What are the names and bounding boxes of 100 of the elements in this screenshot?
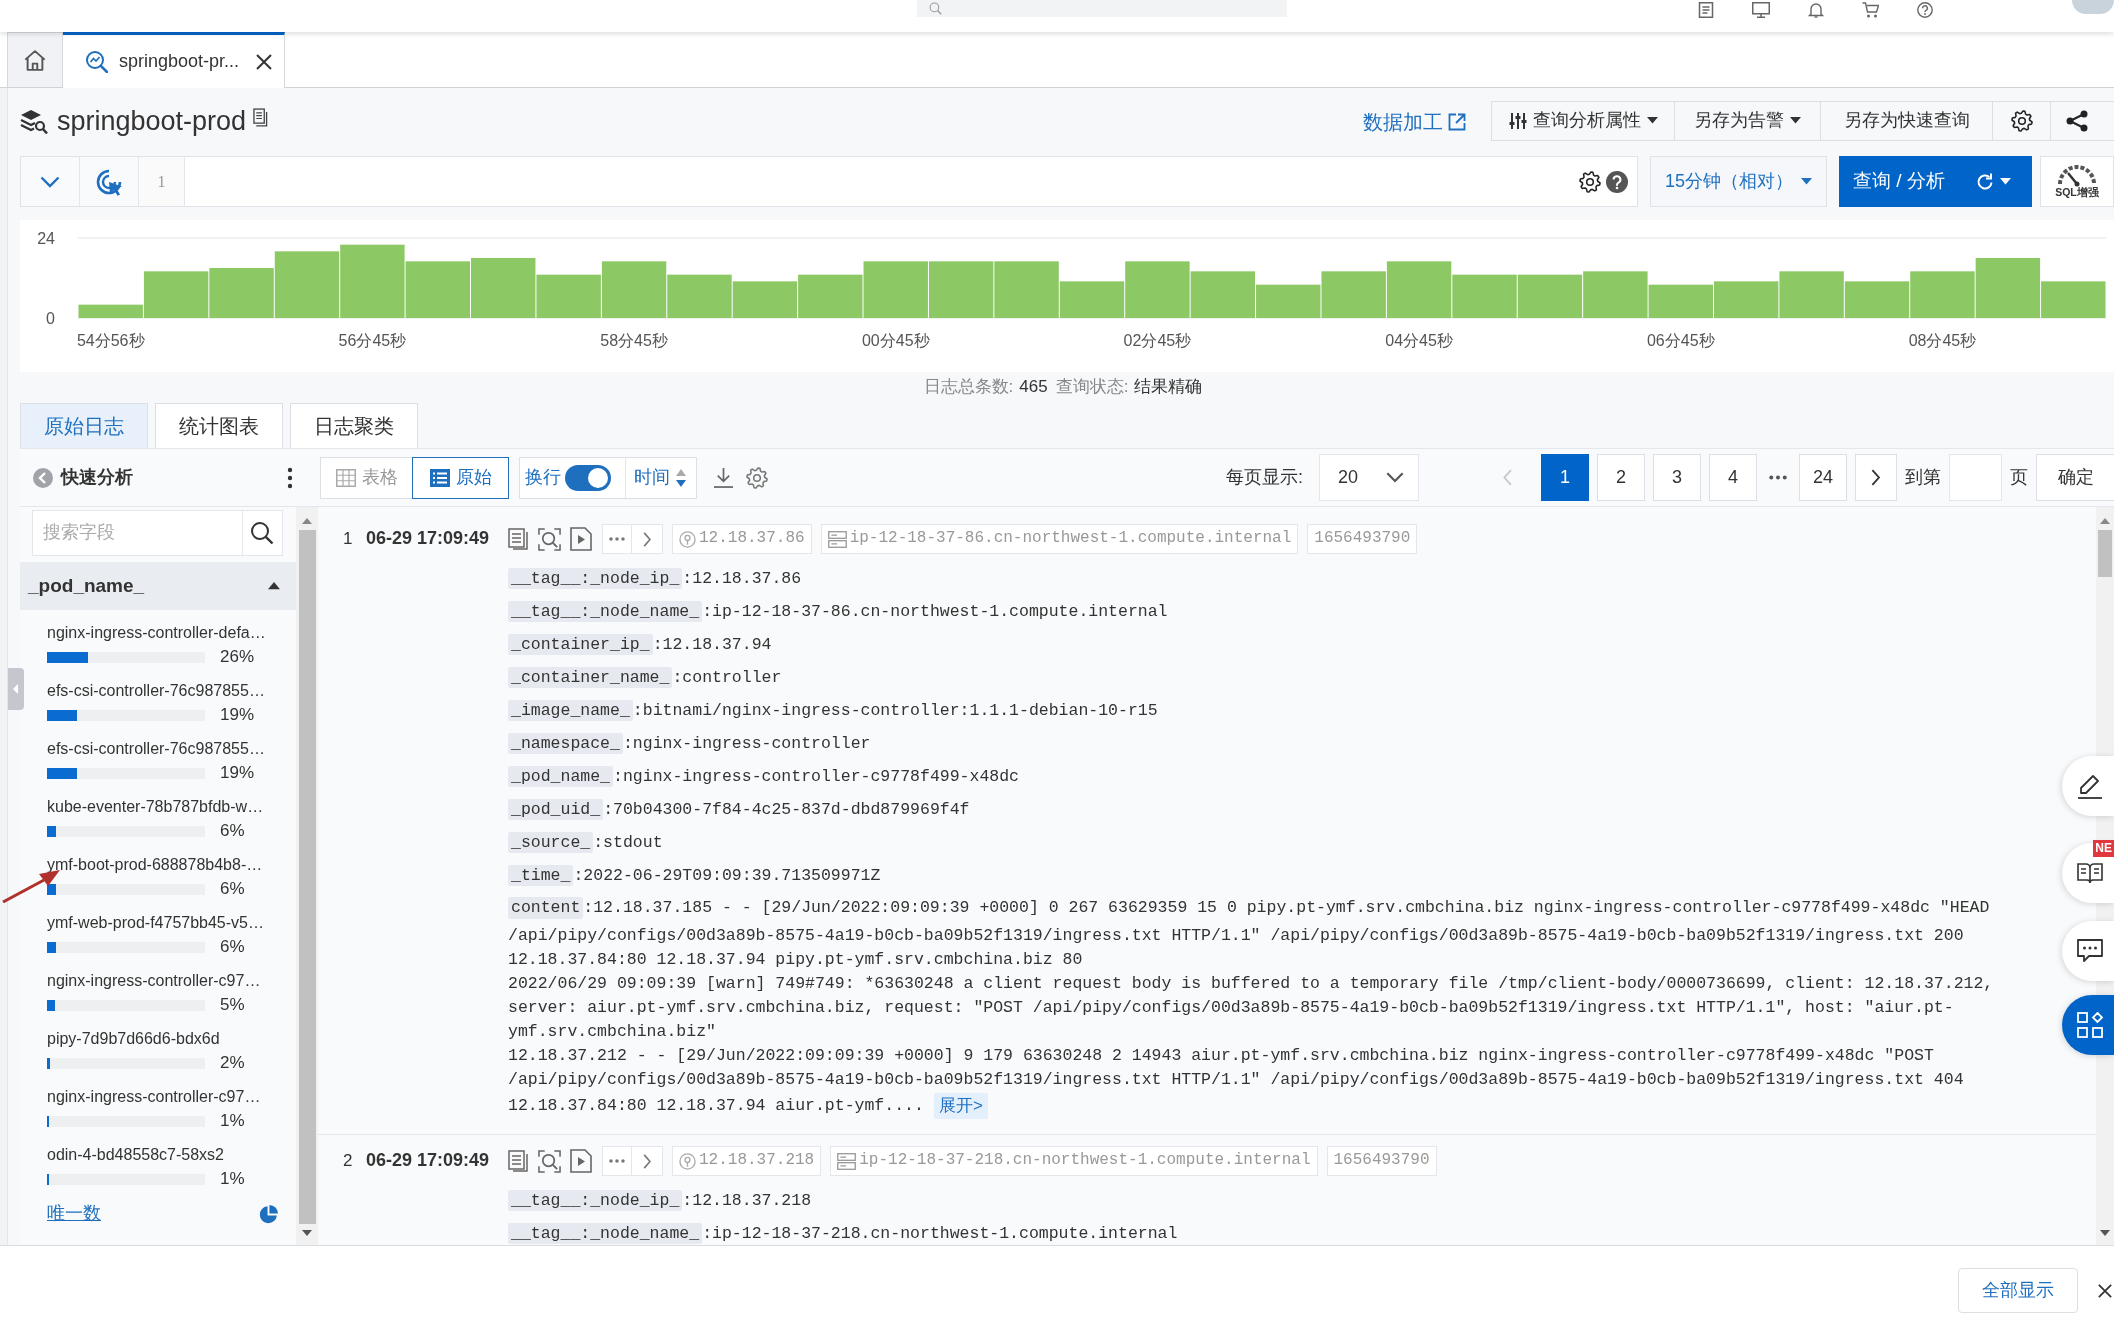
histogram-bar[interactable] xyxy=(1125,261,1190,318)
view-tab[interactable]: 日志聚类 xyxy=(290,403,418,448)
histogram-bar[interactable] xyxy=(1452,274,1517,318)
document-icon[interactable] xyxy=(508,1150,528,1172)
value-label[interactable]: pipy-7d9b7d66d6-bdx6d xyxy=(47,1028,220,1050)
monitor-icon[interactable] xyxy=(1752,2,1770,18)
page-button[interactable]: 1 xyxy=(1541,454,1589,501)
histogram-bar[interactable] xyxy=(994,261,1059,318)
histogram-bar[interactable] xyxy=(1910,271,1975,318)
histogram-bar[interactable] xyxy=(536,274,601,318)
histogram-bar[interactable] xyxy=(471,258,536,318)
top-search-field[interactable] xyxy=(917,0,1287,17)
settings-icon[interactable] xyxy=(2010,109,2033,132)
confirm-button[interactable]: 确定 xyxy=(2036,454,2114,501)
histogram-bar[interactable] xyxy=(1844,281,1910,318)
expand-link[interactable]: 展开> xyxy=(933,1093,988,1119)
value-label[interactable]: ymf-boot-prod-688878b4b8-… xyxy=(47,854,263,876)
histogram-bar[interactable] xyxy=(78,304,143,318)
back-icon[interactable] xyxy=(33,467,53,488)
help-icon[interactable] xyxy=(1917,2,1933,18)
value-label[interactable]: odin-4-bd48558c7-58xs2 xyxy=(47,1144,224,1166)
histogram-bar[interactable] xyxy=(405,261,470,318)
cart-icon[interactable] xyxy=(1862,2,1879,18)
query-tab[interactable]: springboot-pr... xyxy=(63,32,285,88)
data-processing-link[interactable]: 数据加工 xyxy=(1363,109,1466,134)
histogram-bar[interactable] xyxy=(143,271,209,318)
histogram-bar[interactable] xyxy=(1256,284,1321,318)
search-button[interactable] xyxy=(241,510,283,556)
scroll-thumb[interactable] xyxy=(298,530,316,1224)
page-button[interactable]: 2 xyxy=(1597,454,1645,501)
more-icon[interactable] xyxy=(287,466,293,489)
sql-enhance-button[interactable]: SQL增强 xyxy=(2040,156,2114,207)
target-button[interactable] xyxy=(80,157,139,206)
play-document-icon[interactable] xyxy=(569,527,593,551)
histogram-bar[interactable] xyxy=(1975,258,2041,318)
frame-search-icon[interactable] xyxy=(538,527,561,551)
value-label[interactable]: efs-csi-controller-76c987855… xyxy=(47,738,265,760)
histogram-bar[interactable] xyxy=(863,261,928,318)
scroll-thumb[interactable] xyxy=(2098,530,2112,577)
histogram-bar[interactable] xyxy=(274,251,340,318)
distinct-count-link[interactable]: 唯一数 xyxy=(47,1203,101,1225)
settings-button[interactable] xyxy=(1992,100,2051,141)
expand-button[interactable] xyxy=(631,1146,663,1176)
copy-icon[interactable] xyxy=(253,108,269,127)
home-tab[interactable] xyxy=(7,32,63,87)
page-button[interactable]: 4 xyxy=(1709,454,1757,501)
value-label[interactable]: nginx-ingress-controller-c97… xyxy=(47,1086,261,1108)
histogram-bar[interactable] xyxy=(1779,271,1844,318)
collapse-handle[interactable] xyxy=(8,668,24,710)
expand-button[interactable] xyxy=(631,524,663,554)
page-size-select[interactable]: 20 xyxy=(1319,454,1419,501)
field-header[interactable]: _pod_name_ xyxy=(20,562,296,610)
pie-chart-icon[interactable] xyxy=(259,1204,278,1224)
play-document-icon[interactable] xyxy=(569,1149,593,1173)
histogram-bar[interactable] xyxy=(1517,274,1583,318)
view-tab[interactable]: 原始日志 xyxy=(20,403,148,448)
page-button[interactable]: 3 xyxy=(1653,454,1701,501)
page-number-input[interactable] xyxy=(1949,454,2002,501)
view-mode-tab[interactable]: 原始 xyxy=(412,456,509,499)
settings-icon[interactable] xyxy=(1579,170,1601,193)
help-icon[interactable] xyxy=(1606,170,1628,193)
histogram-bar[interactable] xyxy=(340,244,405,318)
close-icon[interactable] xyxy=(256,53,272,70)
share-button[interactable] xyxy=(2050,100,2114,141)
field-search-input[interactable]: 搜索字段 xyxy=(32,510,242,556)
properties-menu-button[interactable]: 查询分析属性 xyxy=(1491,100,1675,141)
histogram-bar[interactable] xyxy=(1190,271,1256,318)
histogram-bar[interactable] xyxy=(1583,271,1648,318)
histogram-bar[interactable] xyxy=(732,281,798,318)
view-tab[interactable]: 统计图表 xyxy=(155,403,283,448)
value-label[interactable]: efs-csi-controller-76c987855… xyxy=(47,680,265,702)
avatar[interactable] xyxy=(2072,0,2114,14)
histogram-bar[interactable] xyxy=(798,274,863,318)
more-button[interactable] xyxy=(602,524,632,554)
bell-icon[interactable] xyxy=(1808,2,1824,18)
histogram-bar[interactable] xyxy=(928,261,994,318)
histogram-bar[interactable] xyxy=(2041,281,2106,318)
refresh-button[interactable] xyxy=(1967,156,2032,207)
histogram-bar[interactable] xyxy=(1648,284,1713,318)
dropdown-button[interactable]: 另存为告警 xyxy=(1674,100,1821,141)
value-label[interactable]: nginx-ingress-controller-c97… xyxy=(47,970,261,992)
value-label[interactable]: kube-eventer-78b787bfdb-w… xyxy=(47,796,264,818)
value-label[interactable]: ymf-web-prod-f4757bb45-v5… xyxy=(47,912,264,934)
histogram-bar[interactable] xyxy=(601,261,667,318)
histogram-bar[interactable] xyxy=(1714,281,1779,318)
more-button[interactable] xyxy=(602,1146,632,1176)
histogram-bar[interactable] xyxy=(209,268,274,318)
histogram-bar[interactable] xyxy=(667,274,732,318)
page-button[interactable]: 24 xyxy=(1799,454,1847,501)
wrap-toggle[interactable] xyxy=(565,464,611,491)
value-label[interactable]: nginx-ingress-controller-defa… xyxy=(47,622,266,644)
time-range-select[interactable]: 15分钟（相对） xyxy=(1650,156,1827,207)
histogram-bar[interactable] xyxy=(1386,261,1452,318)
next-page-button[interactable] xyxy=(1855,454,1897,501)
document-icon[interactable] xyxy=(1698,2,1714,18)
close-icon[interactable] xyxy=(2098,1284,2112,1298)
save-query-button[interactable]: 另存为快速查询 xyxy=(1820,100,1993,141)
sidebar-scrollbar[interactable] xyxy=(296,507,318,1245)
histogram-bar[interactable] xyxy=(1321,271,1386,318)
show-all-button[interactable]: 全部显示 xyxy=(1958,1268,2078,1313)
